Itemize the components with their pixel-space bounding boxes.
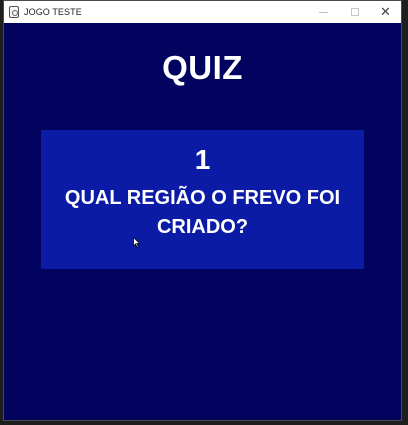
title-bar[interactable]: JOGO TESTE ✕ (4, 1, 401, 23)
question-text: QUAL REGIÃO O FREVO FOI CRIADO? (64, 187, 341, 238)
close-button[interactable]: ✕ (370, 1, 401, 23)
window-title: JOGO TESTE (24, 7, 82, 17)
maximize-button[interactable] (339, 1, 370, 23)
game-canvas[interactable]: QUIZ 1 QUAL REGIÃO O FREVO FOI CRIADO? (4, 23, 401, 420)
question-number: 1 (194, 144, 211, 175)
maximize-icon (350, 8, 359, 16)
mouse-pointer-icon (133, 237, 141, 248)
app-icon (9, 6, 19, 18)
minimize-button[interactable] (308, 1, 339, 23)
minimize-icon (319, 11, 328, 13)
quiz-title: QUIZ (162, 49, 243, 86)
app-window: JOGO TESTE ✕ QUIZ 1 QUAL REGIÃO O FREVO … (3, 0, 402, 421)
window-controls: ✕ (308, 1, 401, 23)
question-panel: 1 QUAL REGIÃO O FREVO FOI CRIADO? (41, 130, 364, 269)
close-icon: ✕ (380, 4, 391, 19)
